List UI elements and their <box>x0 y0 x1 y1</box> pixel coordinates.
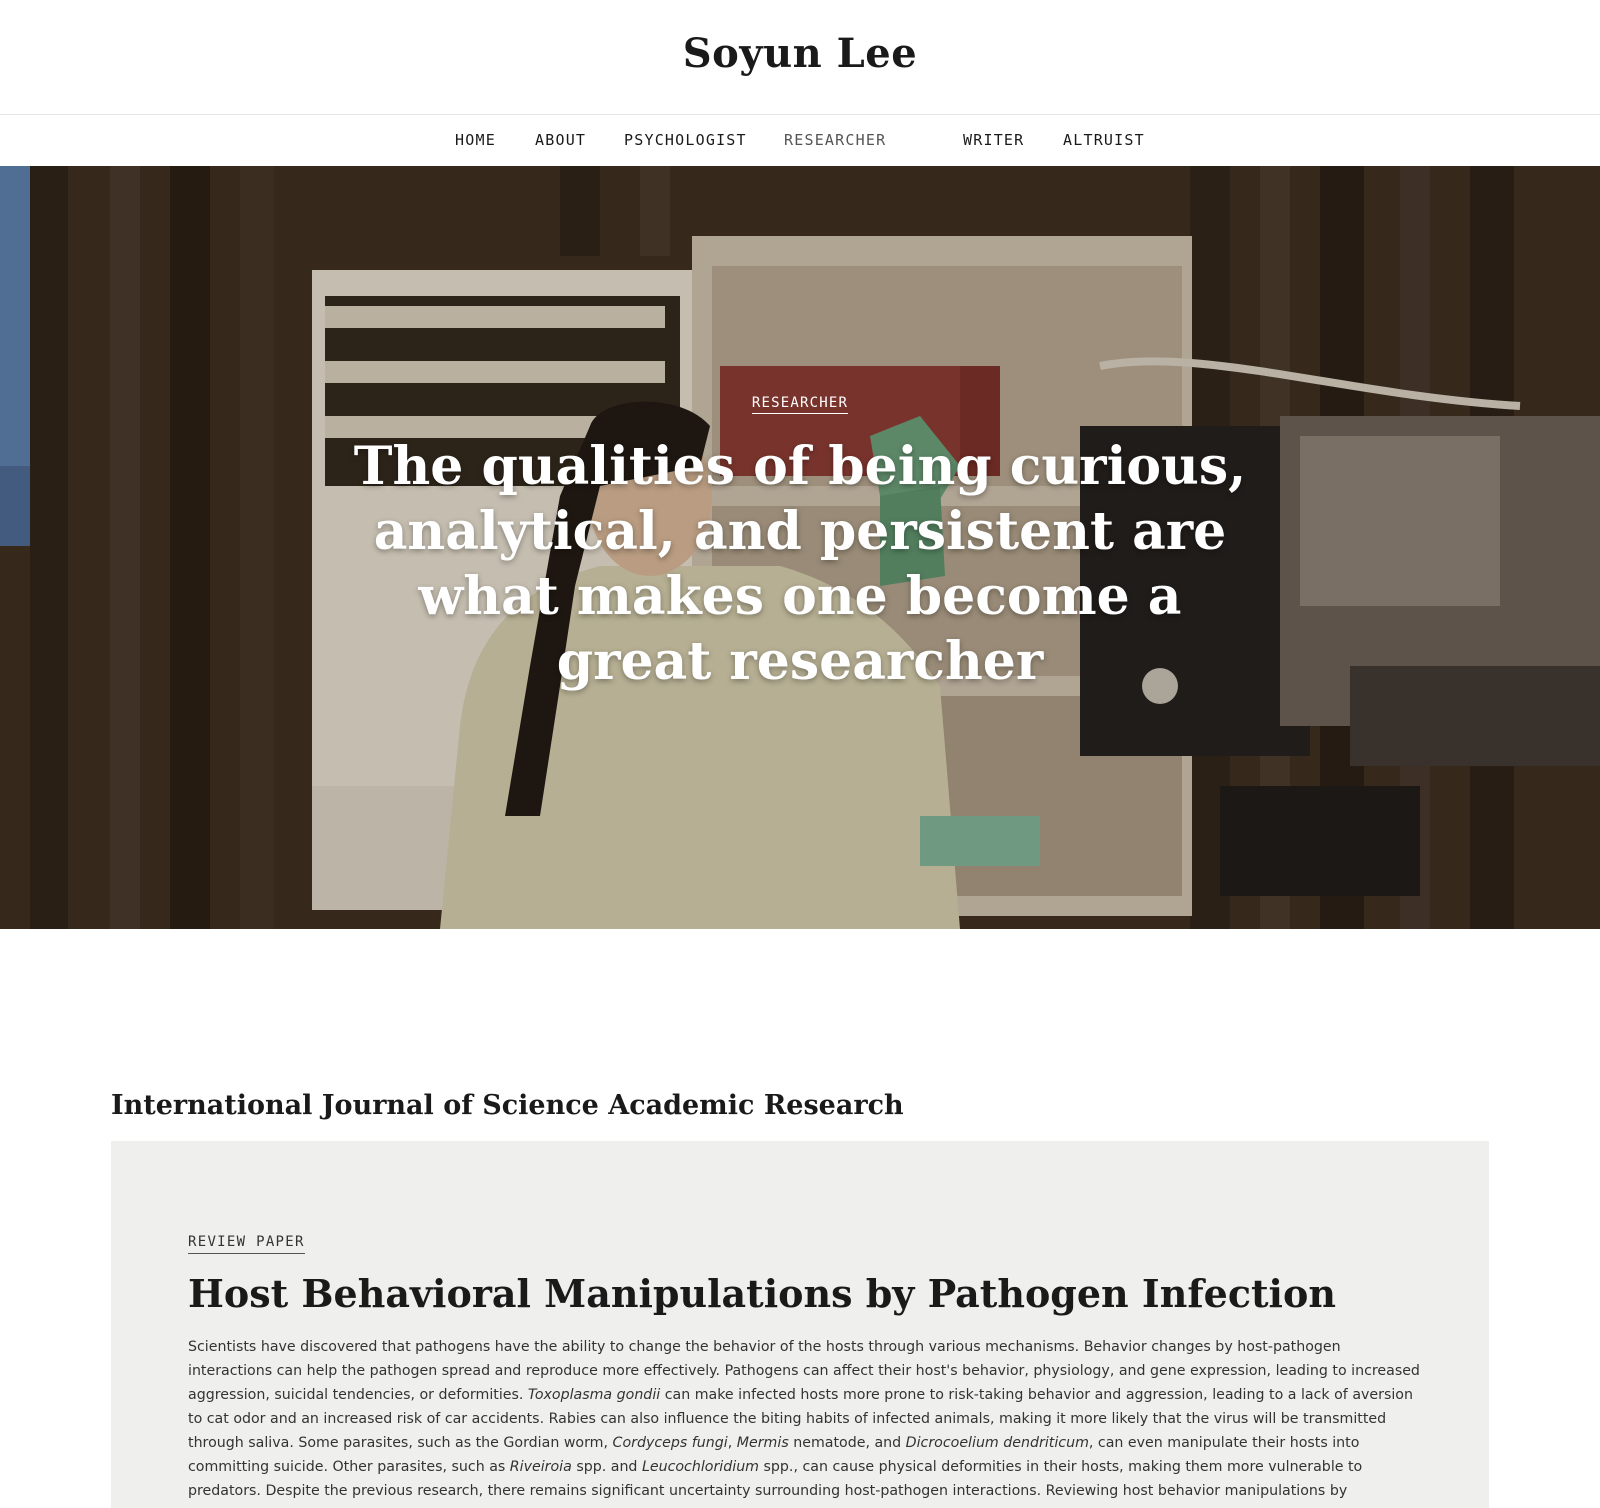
nav-item-psychologist[interactable]: PSYCHOLOGIST <box>624 131 747 149</box>
main-nav: HOME ABOUT PSYCHOLOGIST RESEARCHER WRITE… <box>0 115 1600 166</box>
species-name: Mermis <box>736 1435 789 1451</box>
nav-item-about[interactable]: ABOUT <box>535 131 586 149</box>
abstract-text: spp. and <box>571 1459 642 1475</box>
species-name: Leucochloridium <box>641 1459 760 1475</box>
species-name: Cordyceps fungi <box>612 1435 728 1451</box>
paper-card: REVIEW PAPER Host Behavioral Manipulatio… <box>111 1141 1489 1508</box>
hero-quote: The qualities of being curious, analytic… <box>353 436 1247 692</box>
nav-item-writer[interactable]: WRITER <box>963 131 1024 149</box>
species-name: Toxoplasma gondii <box>527 1387 661 1403</box>
abstract-text: , <box>727 1435 737 1451</box>
hero-banner: RESEARCHER The qualities of being curiou… <box>0 166 1600 929</box>
nav-item-altruist[interactable]: ALTRUIST <box>1063 131 1145 149</box>
hero-category: RESEARCHER <box>0 392 1600 414</box>
species-name: Riveiroia <box>509 1459 572 1475</box>
nav-item-home[interactable]: HOME <box>455 131 496 149</box>
hero-category-label[interactable]: RESEARCHER <box>751 395 849 414</box>
nav-item-researcher[interactable]: RESEARCHER <box>784 131 886 149</box>
paper-title[interactable]: Host Behavioral Manipulations by Pathoge… <box>188 1271 1336 1316</box>
paper-type-tag: REVIEW PAPER <box>188 1234 305 1254</box>
site-header: Soyun Lee <box>0 0 1600 115</box>
abstract-text: nematode, and <box>788 1435 906 1451</box>
species-name: Dicrocoelium dendriticum <box>905 1435 1089 1451</box>
site-title[interactable]: Soyun Lee <box>0 30 1600 77</box>
section-heading: International Journal of Science Academi… <box>111 1090 904 1121</box>
paper-abstract: Scientists have discovered that pathogen… <box>188 1335 1424 1508</box>
